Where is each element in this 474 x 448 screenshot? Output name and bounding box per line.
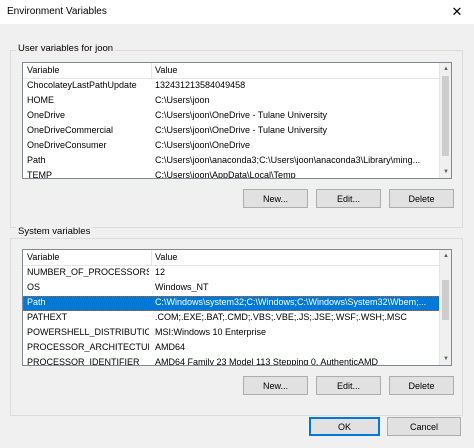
value-cell: AMD64: [155, 342, 186, 352]
variable-cell: TEMP: [27, 170, 53, 179]
value-cell: MSI:Windows 10 Enterprise: [155, 327, 267, 337]
user-delete-button[interactable]: Delete: [389, 189, 454, 208]
cancel-button[interactable]: Cancel: [387, 417, 461, 436]
value-cell: 12: [155, 267, 166, 277]
scroll-thumb[interactable]: [442, 280, 449, 320]
table-row[interactable]: Path C:\Windows\system32;C:\Windows;C:\Wi…: [23, 296, 451, 311]
variable-cell: Path: [27, 155, 46, 165]
table-row[interactable]: OneDriveCommercial C:\Users\joon\OneDrive…: [23, 124, 451, 139]
value-cell: C:\Users\joon: [155, 95, 210, 105]
variable-cell: PROCESSOR_ARCHITECTURE: [27, 342, 149, 352]
column-header-value[interactable]: Value: [155, 65, 177, 75]
title-bar: Environment Variables ✕: [0, 0, 474, 24]
variable-cell: PROCESSOR_IDENTIFIER: [27, 357, 140, 366]
scroll-down-icon[interactable]: ▼: [440, 353, 451, 365]
scroll-up-icon[interactable]: ▲: [440, 250, 451, 262]
variable-cell: POWERSHELL_DISTRIBUTIO...: [27, 327, 149, 337]
close-icon[interactable]: ✕: [440, 0, 474, 24]
variable-cell: OneDriveCommercial: [27, 125, 114, 135]
user-variables-rows: ChocolateyLastPathUpdate 1324312135840494…: [23, 79, 451, 179]
table-row[interactable]: ChocolateyLastPathUpdate 1324312135840494…: [23, 79, 451, 94]
value-cell: C:\Windows\system32;C:\Windows;C:\Window…: [155, 297, 427, 307]
value-cell: 132431213584049458: [155, 80, 246, 90]
system-edit-button[interactable]: Edit...: [316, 376, 381, 395]
table-row[interactable]: PATHEXT .COM;.EXE;.BAT;.CMD;.VBS;.VBE;.JS…: [23, 311, 451, 326]
value-cell: C:\Users\joon\OneDrive: [155, 140, 251, 150]
system-new-button[interactable]: New...: [243, 376, 308, 395]
value-cell: C:\Users\joon\AppData\Local\Temp: [155, 170, 296, 179]
user-variables-list[interactable]: Variable Value ChocolateyLastPathUpdate 1…: [22, 62, 452, 179]
table-row[interactable]: Path C:\Users\joon\anaconda3;C:\Users\joo…: [23, 154, 451, 169]
value-cell: AMD64 Family 23 Model 113 Stepping 0, Au…: [155, 357, 378, 366]
system-variables-rows: NUMBER_OF_PROCESSORS 12 OS Windows_NT Path C:…: [23, 266, 451, 366]
variable-cell: HOME: [27, 95, 54, 105]
user-edit-button[interactable]: Edit...: [316, 189, 381, 208]
variable-cell: OneDrive: [27, 110, 66, 120]
table-row[interactable]: POWERSHELL_DISTRIBUTIO... MSI:Windows 10 …: [23, 326, 451, 341]
variable-cell: ChocolateyLastPathUpdate: [27, 80, 137, 90]
table-row[interactable]: OS Windows_NT: [23, 281, 451, 296]
value-cell: Windows_NT: [155, 282, 209, 292]
scroll-up-icon[interactable]: ▲: [440, 63, 451, 75]
ok-button[interactable]: OK: [309, 417, 380, 436]
dialog-body: User variables for joon Variable Value C…: [0, 24, 474, 448]
variable-cell: NUMBER_OF_PROCESSORS: [27, 267, 149, 277]
variable-cell: Path: [27, 297, 46, 307]
value-cell: .COM;.EXE;.BAT;.CMD;.VBS;.VBE;.JS;.JSE;.…: [155, 312, 407, 322]
table-row[interactable]: PROCESSOR_ARCHITECTURE AMD64: [23, 341, 451, 356]
variable-cell: OS: [27, 282, 41, 292]
system-delete-button[interactable]: Delete: [389, 376, 454, 395]
system-variables-list[interactable]: Variable Value NUMBER_OF_PROCESSORS 12 OS W…: [22, 249, 452, 366]
column-separator[interactable]: [151, 63, 152, 79]
column-separator[interactable]: [151, 250, 152, 266]
scroll-down-icon[interactable]: ▼: [440, 166, 451, 178]
variable-cell: OneDriveConsumer: [27, 140, 107, 150]
column-header-variable[interactable]: Variable: [27, 65, 59, 75]
table-row[interactable]: OneDrive C:\Users\joon\OneDrive - Tulane …: [23, 109, 451, 124]
value-cell: C:\Users\joon\anaconda3;C:\Users\joon\an…: [155, 155, 421, 165]
system-variables-label: System variables: [16, 226, 93, 237]
table-row[interactable]: TEMP C:\Users\joon\AppData\Local\Temp: [23, 169, 451, 179]
user-variables-label: User variables for joon: [16, 43, 116, 54]
user-new-button[interactable]: New...: [243, 189, 308, 208]
table-row[interactable]: OneDriveConsumer C:\Users\joon\OneDrive: [23, 139, 451, 154]
table-row[interactable]: HOME C:\Users\joon: [23, 94, 451, 109]
column-header-variable[interactable]: Variable: [27, 252, 59, 262]
value-cell: C:\Users\joon\OneDrive - Tulane Universi…: [155, 125, 328, 135]
table-row[interactable]: NUMBER_OF_PROCESSORS 12: [23, 266, 451, 281]
value-cell: C:\Users\joon\OneDrive - Tulane Universi…: [155, 110, 328, 120]
table-row[interactable]: PROCESSOR_IDENTIFIER AMD64 Family 23 Mode…: [23, 356, 451, 366]
column-header-value[interactable]: Value: [155, 252, 177, 262]
window-title: Environment Variables: [7, 6, 107, 17]
vertical-scrollbar[interactable]: ▲ ▼: [439, 250, 451, 365]
list-header: Variable Value: [23, 250, 451, 266]
list-header: Variable Value: [23, 63, 451, 79]
vertical-scrollbar[interactable]: ▲ ▼: [439, 63, 451, 178]
scroll-thumb[interactable]: [442, 76, 449, 156]
variable-cell: PATHEXT: [27, 312, 68, 322]
